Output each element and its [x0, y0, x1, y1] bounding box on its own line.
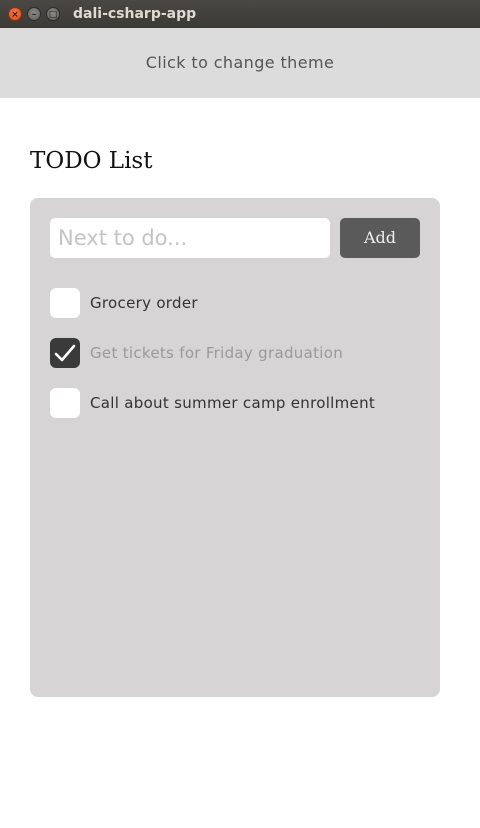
todo-item: Get tickets for Friday graduation	[50, 338, 420, 368]
todo-checkbox[interactable]	[50, 388, 80, 418]
window-maximize-button[interactable]: □	[46, 7, 60, 21]
todo-label: Grocery order	[90, 294, 198, 312]
todo-checkbox[interactable]	[50, 338, 80, 368]
window-minimize-button[interactable]: –	[27, 7, 41, 21]
todo-item: Call about summer camp enrollment	[50, 388, 420, 418]
change-theme-button[interactable]: Click to change theme	[0, 28, 480, 98]
window-titlebar: × – □ dali-csharp-app	[0, 0, 480, 28]
window-title: dali-csharp-app	[73, 6, 197, 22]
checkmark-icon	[54, 344, 76, 362]
todo-label: Call about summer camp enrollment	[90, 394, 376, 412]
todo-label: Get tickets for Friday graduation	[90, 344, 343, 362]
todo-checkbox[interactable]	[50, 288, 80, 318]
page-title: TODO List	[30, 148, 153, 174]
todo-item: Grocery order	[50, 288, 420, 318]
new-todo-input[interactable]	[50, 218, 330, 258]
window-close-button[interactable]: ×	[8, 7, 22, 21]
add-button[interactable]: Add	[340, 218, 420, 258]
todo-panel: Add Grocery order Get tickets for Friday…	[30, 198, 440, 697]
